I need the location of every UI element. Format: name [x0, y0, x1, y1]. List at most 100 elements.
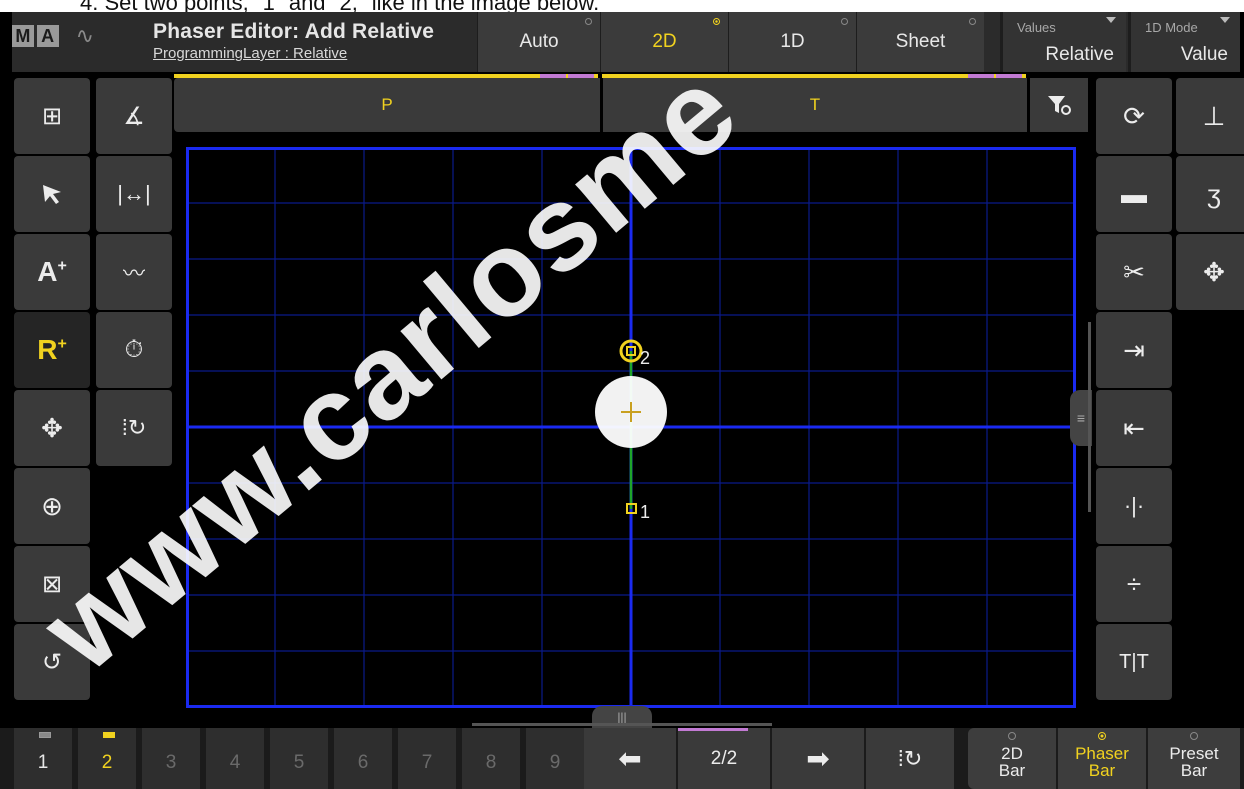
page-button-4[interactable]: 4	[206, 728, 266, 789]
angle-tool[interactable]: ∡	[96, 78, 172, 154]
curve-tool[interactable]: 〰	[96, 234, 172, 310]
mode-indicator-icon	[841, 18, 848, 25]
mode-indicator-icon	[969, 18, 976, 25]
center-tool[interactable]: ⊕	[14, 468, 90, 544]
mode-2d-button[interactable]: 2D	[600, 12, 728, 72]
mirror-tool[interactable]: T|T	[1096, 624, 1172, 700]
spiral-icon: ʒ	[1206, 178, 1222, 209]
waveform-icon: ∿	[75, 23, 94, 48]
mode-indicator-icon	[1098, 732, 1106, 740]
mode-indicator-icon	[1190, 732, 1198, 740]
ma-logo[interactable]: M A ∿	[12, 16, 94, 56]
logo-m: M	[12, 25, 34, 47]
t-axis-header[interactable]: T	[603, 78, 1027, 132]
page-button-2[interactable]: 2	[78, 728, 138, 789]
crosshair-circle-icon: ⊕	[41, 490, 63, 521]
page-button-9[interactable]: 9	[526, 728, 586, 789]
window-subtitle: ProgrammingLayer : Relative	[153, 45, 348, 62]
page-button-6[interactable]: 6	[334, 728, 394, 789]
pan-tool[interactable]: ✥	[1176, 234, 1244, 310]
page-label: 8	[485, 751, 497, 773]
mode-sheet-label: Sheet	[895, 31, 946, 52]
spiral-tool[interactable]: ʒ	[1176, 156, 1244, 232]
phaser-loop-tool[interactable]: ⁞↻	[96, 390, 172, 466]
values-dropdown-label: Values	[1017, 20, 1056, 35]
mirror-t-icon: T|T	[1119, 650, 1149, 673]
page-label: 5	[293, 751, 305, 773]
page-label: 1	[37, 751, 49, 773]
phaser-loop-button[interactable]: ⁞↻	[866, 728, 956, 789]
phaser-loop-icon: ⁞↻	[897, 745, 923, 771]
rotate-tool[interactable]: ⟳	[1096, 78, 1172, 154]
paste-out-icon: ⇤	[1123, 412, 1145, 443]
mode-1d-button[interactable]: 1D	[728, 12, 856, 72]
page-button-1[interactable]: 1	[14, 728, 74, 789]
arrow-right-icon: ➡	[806, 743, 830, 774]
mode-auto-button[interactable]: Auto	[477, 12, 600, 72]
r-plus-icon: R+	[37, 334, 67, 365]
logo-a: A	[36, 25, 59, 47]
1d-mode-dropdown[interactable]: 1D Mode Value	[1128, 12, 1240, 72]
attribute-filter-button[interactable]	[1030, 78, 1088, 132]
page-button-7[interactable]: 7	[398, 728, 458, 789]
chevron-down-icon	[1106, 17, 1116, 23]
page-label: 9	[549, 751, 561, 773]
paste-in-tool[interactable]: ⇥	[1096, 312, 1172, 388]
2d-bar-button[interactable]: 2D Bar	[968, 728, 1056, 789]
add-absolute-tool[interactable]: A+	[14, 234, 90, 310]
p-axis-label: P	[381, 95, 393, 114]
arrow-left-icon: ⬅	[618, 743, 642, 774]
page-button-5[interactable]: 5	[270, 728, 330, 789]
t-axis-label: T	[809, 95, 821, 114]
previous-page-button[interactable]: ⬅	[584, 728, 678, 789]
reset-view-tool[interactable]: ↺	[14, 624, 90, 700]
timing-tool[interactable]: ⏱	[96, 312, 172, 388]
mode-1d-label: 1D	[780, 31, 805, 52]
zigzag-icon: 〰	[122, 261, 145, 286]
page-indicator: 2/2	[678, 728, 772, 789]
fit-view-tool[interactable]: ⊠	[14, 546, 90, 622]
side-scroll-track	[1088, 322, 1091, 512]
select-tool[interactable]	[14, 156, 90, 232]
divide-icon: ÷	[1126, 568, 1142, 599]
width-tool[interactable]: |↔|	[96, 156, 172, 232]
a-plus-icon: A+	[37, 256, 67, 287]
page-indicator-text: 2/2	[710, 747, 738, 769]
1d-mode-dropdown-value: Value	[1180, 44, 1228, 65]
minus-bar-icon: ▬	[1121, 178, 1147, 209]
divide-tool[interactable]: ÷	[1096, 546, 1172, 622]
next-page-button[interactable]: ➡	[772, 728, 866, 789]
2d-bar-label: 2D Bar	[998, 743, 1026, 780]
flatten-tool[interactable]: ▬	[1096, 156, 1172, 232]
phaser-bar-button[interactable]: Phaser Bar	[1058, 728, 1146, 789]
point-1-label: 1	[640, 502, 650, 522]
add-relative-tool[interactable]: R+	[14, 312, 90, 388]
step-tool[interactable]: ⊥	[1176, 78, 1244, 154]
phaser-point-2[interactable]: 2	[619, 339, 650, 368]
values-dropdown[interactable]: Values Relative	[1000, 12, 1126, 72]
mode-2d-label: 2D	[652, 31, 677, 52]
add-grid-point-tool[interactable]: ⊞	[14, 78, 90, 154]
cut-tool[interactable]: ✂	[1096, 234, 1172, 310]
mode-sheet-button[interactable]: Sheet	[856, 12, 984, 72]
page-label: 6	[357, 751, 369, 773]
window-title: Phaser Editor: Add Relative ProgrammingL…	[145, 12, 475, 72]
split-tool[interactable]: ·|·	[1096, 468, 1172, 544]
page-label: 2	[101, 751, 113, 773]
page-button-8[interactable]: 8	[462, 728, 522, 789]
phaser-2d-grid[interactable]: 2 1	[186, 147, 1076, 708]
move-tool[interactable]: ✥	[14, 390, 90, 466]
move-arrows-icon: ✥	[41, 412, 63, 443]
cursor-arrow-icon	[43, 185, 61, 204]
mode-auto-label: Auto	[519, 31, 559, 52]
mode-indicator-icon	[585, 18, 592, 25]
refresh-icon: ⟳	[1123, 100, 1145, 131]
preset-bar-button[interactable]: Preset Bar	[1148, 728, 1240, 789]
mode-indicator-icon	[713, 18, 720, 25]
values-dropdown-value: Relative	[1045, 44, 1114, 65]
paste-in-icon: ⇥	[1123, 334, 1145, 365]
page-button-3[interactable]: 3	[142, 728, 202, 789]
page-indicator-bar	[678, 728, 748, 731]
p-axis-header[interactable]: P	[174, 78, 600, 132]
paste-out-tool[interactable]: ⇤	[1096, 390, 1172, 466]
